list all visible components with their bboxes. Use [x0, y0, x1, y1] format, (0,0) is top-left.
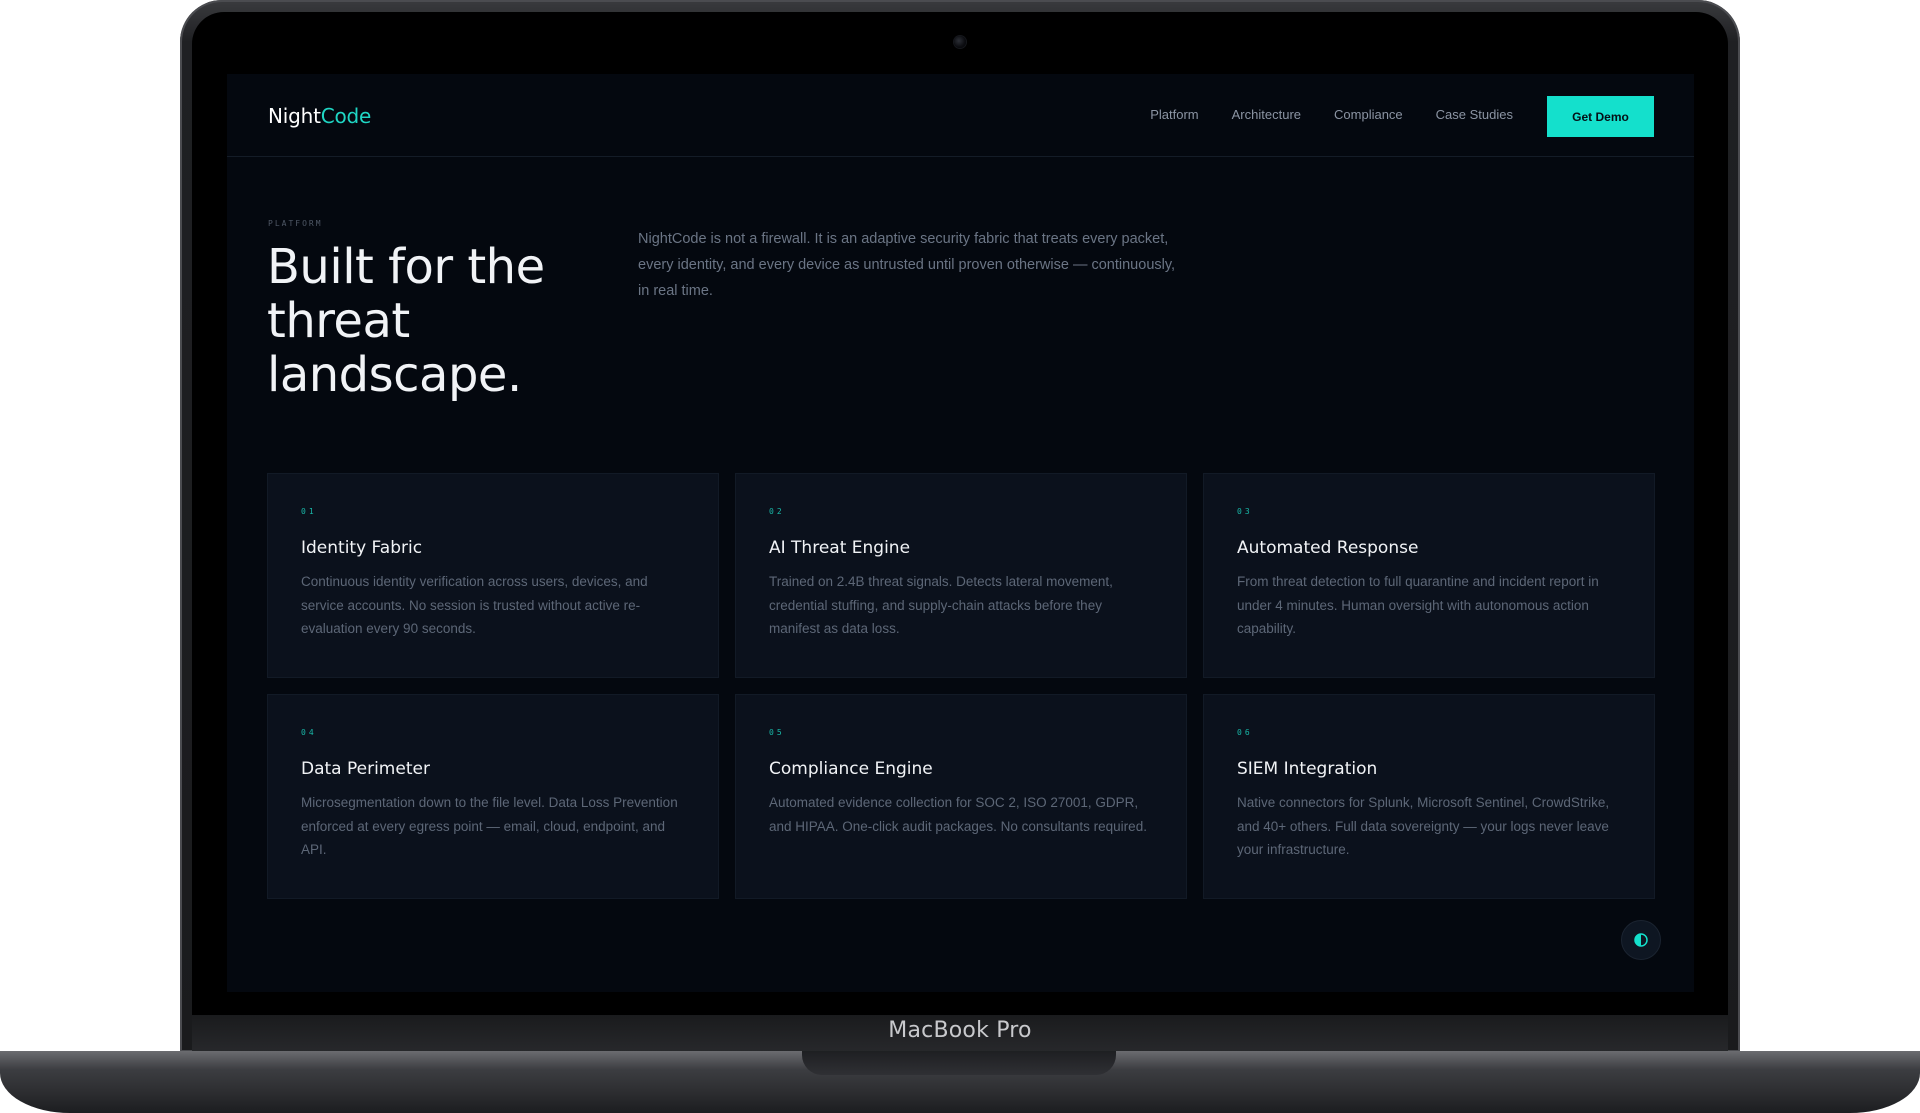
camera-icon	[954, 36, 966, 48]
feature-card-data-perimeter: 04 Data Perimeter Microsegmentation down…	[267, 694, 719, 899]
theme-toggle-button[interactable]	[1621, 920, 1661, 960]
nav-links: Platform Architecture Compliance Case St…	[1150, 107, 1513, 122]
feature-title: Automated Response	[1237, 538, 1419, 558]
feature-description: Automated evidence collection for SOC 2,…	[769, 795, 1147, 834]
laptop-screen: NightCode Platform Architecture Complian…	[227, 74, 1694, 992]
feature-number: 06	[1237, 728, 1253, 737]
laptop-hinge-notch	[802, 1051, 1116, 1075]
half-circle-contrast-icon	[1634, 933, 1648, 947]
hero-headline: Built for the threat landscape.	[267, 239, 545, 403]
feature-description: Native connectors for Splunk, Microsoft …	[1237, 795, 1610, 857]
feature-description: From threat detection to full quarantine…	[1237, 574, 1599, 636]
feature-card-compliance-engine: 05 Compliance Engine Automated evidence …	[735, 694, 1187, 899]
feature-title: Identity Fabric	[301, 538, 423, 558]
feature-card-ai-threat-engine: 02 AI Threat Engine Trained on 2.4B thre…	[735, 473, 1187, 678]
feature-description: Continuous identity verification across …	[301, 574, 648, 636]
feature-card-automated-response: 03 Automated Response From threat detect…	[1203, 473, 1655, 678]
feature-number: 03	[1237, 507, 1253, 516]
feature-title: Data Perimeter	[301, 759, 430, 779]
brand-name-accent: Code	[320, 104, 372, 128]
hero-intro: NightCode is not a firewall. It is an ad…	[638, 231, 1176, 299]
feature-number: 02	[769, 507, 785, 516]
feature-number: 04	[301, 728, 317, 737]
feature-description: Trained on 2.4B threat signals. Detects …	[769, 574, 1113, 636]
feature-card-identity-fabric: 01 Identity Fabric Continuous identity v…	[267, 473, 719, 678]
feature-title: AI Threat Engine	[769, 538, 911, 558]
feature-card-siem-integration: 06 SIEM Integration Native connectors fo…	[1203, 694, 1655, 899]
nav-link-architecture[interactable]: Architecture	[1232, 107, 1301, 122]
top-navigation: NightCode Platform Architecture Complian…	[227, 74, 1694, 157]
nav-link-platform[interactable]: Platform	[1150, 107, 1198, 122]
feature-grid: 01 Identity Fabric Continuous identity v…	[267, 473, 1655, 899]
feature-title: SIEM Integration	[1237, 759, 1378, 779]
brand-name-primary: Night	[268, 104, 321, 128]
feature-number: 01	[301, 507, 317, 516]
device-model-label: MacBook Pro	[888, 1018, 1032, 1043]
section-eyebrow: PLATFORM	[268, 219, 323, 228]
nav-link-case-studies[interactable]: Case Studies	[1436, 107, 1513, 122]
get-demo-button[interactable]: Get Demo	[1547, 96, 1654, 137]
feature-description: Microsegmentation down to the file level…	[301, 795, 678, 857]
nav-link-compliance[interactable]: Compliance	[1334, 107, 1403, 122]
brand-logo[interactable]: NightCode	[268, 104, 371, 128]
feature-number: 05	[769, 728, 785, 737]
feature-title: Compliance Engine	[769, 759, 933, 779]
